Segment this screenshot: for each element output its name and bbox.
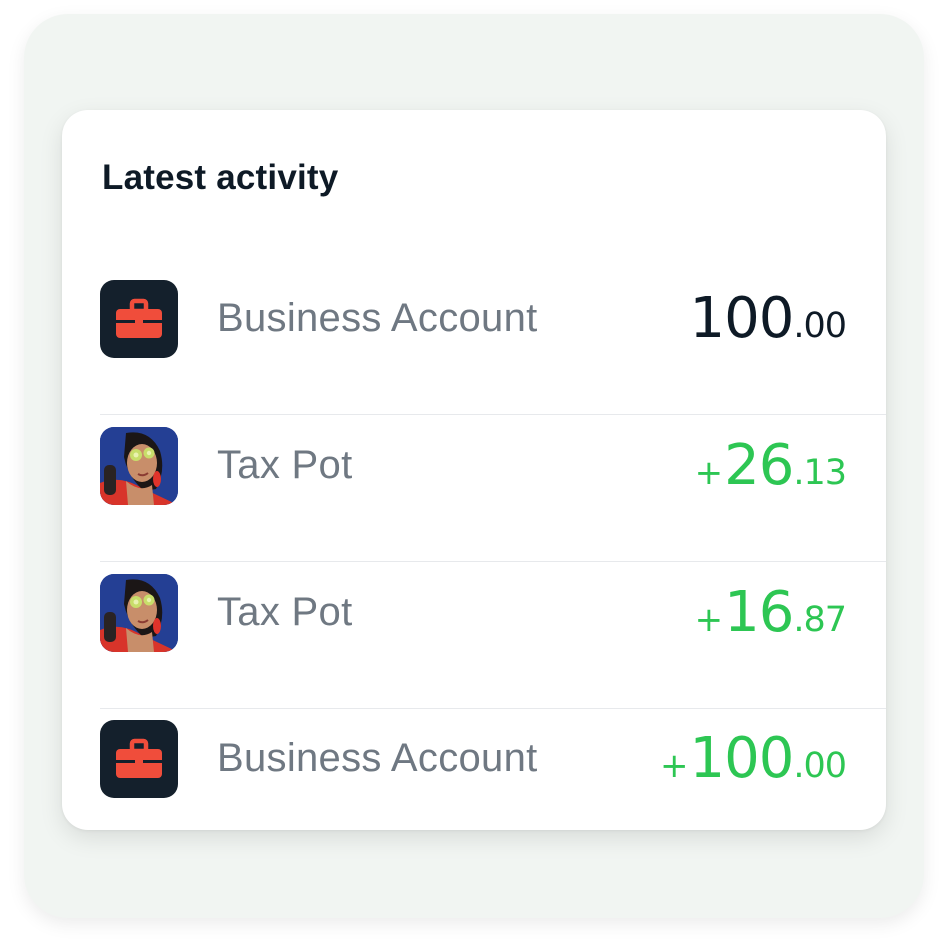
pot-name: Tax Pot — [217, 443, 353, 487]
amount-sign: + — [659, 746, 688, 786]
amount-sign: + — [694, 600, 723, 640]
avatar — [100, 574, 178, 652]
amount: +16.87 — [694, 580, 847, 645]
pot-name: Tax Pot — [217, 590, 353, 634]
account-name: Business Account — [217, 736, 538, 780]
amount-minor: .00 — [793, 746, 847, 786]
amount-minor: .13 — [793, 453, 847, 493]
amount-sign: + — [694, 453, 723, 493]
amount-major: 26 — [724, 433, 794, 498]
activity-row[interactable]: Tax Pot +26.13 — [100, 415, 886, 562]
amount-major: 16 — [724, 580, 794, 645]
activity-row[interactable]: Business Account +100.00 — [100, 708, 886, 855]
account-name: Business Account — [217, 296, 538, 340]
amount-major: 100 — [689, 726, 794, 791]
activity-row[interactable]: Business Account 100.00 — [100, 268, 886, 415]
amount-minor: .00 — [793, 306, 847, 346]
card-title: Latest activity — [102, 158, 339, 197]
amount-major: 100 — [689, 286, 794, 351]
amount: +26.13 — [694, 433, 847, 498]
briefcase-icon — [100, 720, 178, 798]
amount: +100.00 — [659, 726, 847, 791]
amount-minor: .87 — [793, 600, 847, 640]
amount: 100.00 — [687, 286, 847, 351]
activity-row[interactable]: Tax Pot +16.87 — [100, 562, 886, 709]
briefcase-icon — [100, 280, 178, 358]
avatar — [100, 427, 178, 505]
latest-activity-card: Latest activity Business Account 100.00 — [62, 110, 886, 830]
